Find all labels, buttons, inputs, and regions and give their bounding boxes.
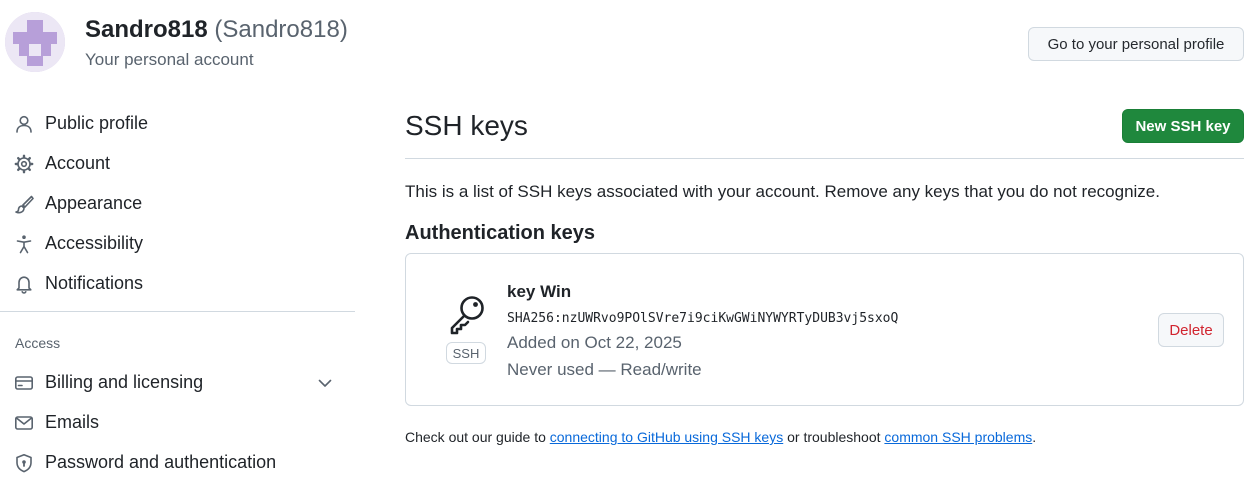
paintbrush-icon xyxy=(15,195,34,214)
chevron-down-icon[interactable] xyxy=(316,374,334,392)
sidebar-section-access: Access xyxy=(15,335,61,351)
title-divider xyxy=(405,158,1244,159)
key-usage: Never used — Read/write xyxy=(507,360,702,379)
page-header: Sandro818 (Sandro818) Your personal acco… xyxy=(0,0,1260,90)
sidebar-item-label: Notifications xyxy=(45,273,144,293)
new-ssh-key-button[interactable]: New SSH key xyxy=(1122,109,1244,143)
person-icon xyxy=(16,115,32,133)
help-text-suffix: . xyxy=(1032,429,1037,445)
key-fingerprint: SHA256:nzUWRvo9POlSVre7i9ciKwGWiNYWYRTyD… xyxy=(507,311,899,326)
credit-card-icon xyxy=(14,376,33,390)
connecting-guide-link[interactable]: connecting to GitHub using SSH keys xyxy=(550,429,783,445)
bell-icon xyxy=(16,276,32,294)
sidebar-item-password-authentication[interactable]: Password and authentication xyxy=(0,444,355,480)
help-text-middle: or troubleshoot xyxy=(783,429,885,445)
sidebar-item-label: Public profile xyxy=(45,113,149,133)
identicon xyxy=(5,12,65,72)
mail-icon xyxy=(14,416,33,430)
key-title: key Win xyxy=(507,282,572,301)
sidebar-item-label: Account xyxy=(45,153,111,173)
authentication-keys-heading: Authentication keys xyxy=(405,222,596,244)
sidebar-item-label: Accessibility xyxy=(45,233,144,253)
display-name: Sandro818 xyxy=(85,16,208,43)
ssh-help-text: Check out our guide to connecting to Git… xyxy=(405,429,1036,445)
sidebar-divider xyxy=(0,311,355,312)
key-type-badge: SSH xyxy=(446,342,486,364)
sidebar-item-billing[interactable]: Billing and licensing xyxy=(0,364,355,400)
sidebar-item-label: Appearance xyxy=(45,193,143,213)
shield-lock-icon xyxy=(16,454,32,473)
sidebar-item-emails[interactable]: Emails xyxy=(0,404,355,440)
key-icon xyxy=(450,296,484,335)
sidebar-item-notifications[interactable]: Notifications xyxy=(0,265,355,301)
sidebar-item-appearance[interactable]: Appearance xyxy=(0,185,355,221)
sidebar-item-label: Billing and licensing xyxy=(45,372,204,392)
sidebar-item-label: Password and authentication xyxy=(45,452,277,472)
delete-key-button[interactable]: Delete xyxy=(1158,313,1224,347)
sidebar-item-account[interactable]: Account xyxy=(0,145,355,181)
key-added-date: Added on Oct 22, 2025 xyxy=(507,333,682,352)
sidebar-item-accessibility[interactable]: Accessibility xyxy=(0,225,355,261)
avatar[interactable] xyxy=(5,12,65,72)
troubleshoot-link[interactable]: common SSH problems xyxy=(884,429,1032,445)
go-to-profile-button[interactable]: Go to your personal profile xyxy=(1028,27,1244,61)
account-name: Sandro818 (Sandro818) xyxy=(85,16,348,44)
gear-icon xyxy=(14,154,34,174)
page-title: SSH keys xyxy=(405,110,528,141)
ssh-key-list-item: SSH key Win SHA256:nzUWRvo9POlSVre7i9ciK… xyxy=(405,253,1244,406)
account-login: (Sandro818) xyxy=(214,16,348,43)
account-subtitle: Your personal account xyxy=(85,50,254,69)
intro-text: This is a list of SSH keys associated wi… xyxy=(405,182,1160,201)
help-text-prefix: Check out our guide to xyxy=(405,429,550,445)
sidebar-item-public-profile[interactable]: Public profile xyxy=(0,105,355,141)
sidebar-item-label: Emails xyxy=(45,412,100,432)
accessibility-icon xyxy=(16,235,32,254)
